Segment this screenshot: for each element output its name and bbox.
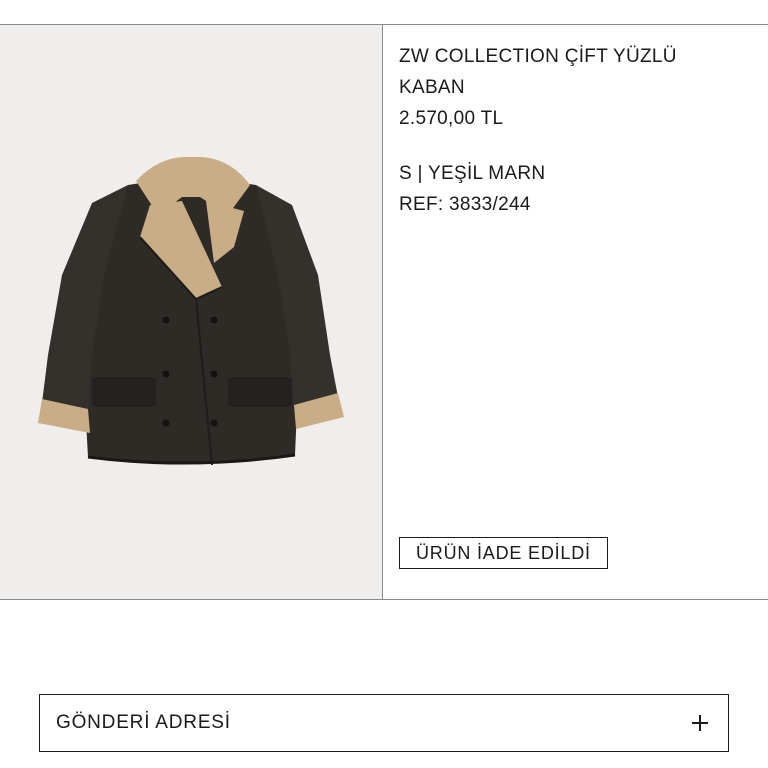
coat-button [162, 316, 170, 324]
product-variant: S | YEŞİL MARN [399, 163, 546, 184]
coat-button [162, 370, 170, 378]
shipping-address-accordion[interactable]: GÖNDERİ ADRESİ [39, 694, 729, 752]
plus-icon[interactable] [692, 715, 708, 731]
coat-button [162, 419, 170, 427]
coat-left-pocket [92, 377, 156, 407]
product-card: ZW COLLECTION ÇİFT YÜZLÜ KABAN 2.570,00 … [0, 24, 768, 600]
order-item-page: ZW COLLECTION ÇİFT YÜZLÜ KABAN 2.570,00 … [0, 0, 768, 768]
coat-right-pocket [228, 377, 292, 407]
shipping-address-label: GÖNDERİ ADRESİ [56, 712, 231, 733]
coat-button [210, 316, 218, 324]
product-price: 2.570,00 TL [399, 108, 504, 129]
product-info: ZW COLLECTION ÇİFT YÜZLÜ KABAN 2.570,00 … [383, 25, 768, 599]
return-status-badge: ÜRÜN İADE EDİLDİ [399, 537, 608, 569]
coat-button [210, 419, 218, 427]
coat-button [210, 370, 218, 378]
product-image[interactable] [0, 25, 383, 599]
coat-illustration [38, 156, 344, 466]
product-reference: REF: 3833/244 [399, 194, 531, 215]
product-title[interactable]: ZW COLLECTION ÇİFT YÜZLÜ KABAN [399, 41, 729, 103]
